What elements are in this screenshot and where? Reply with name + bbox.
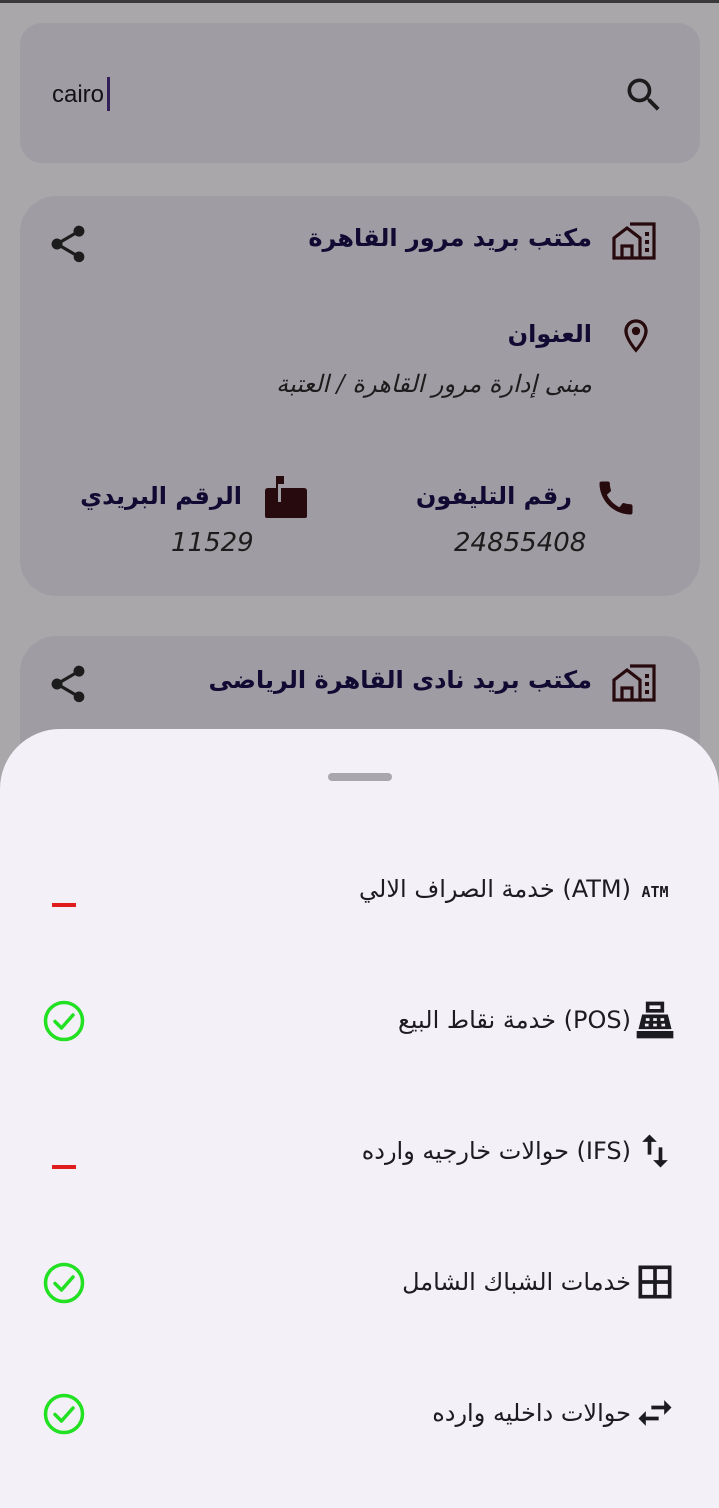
service-label: (IFS) حوالات خارجيه وارده [362,1121,631,1181]
grid-icon [633,1260,677,1304]
pos-register-icon [633,998,677,1042]
svg-text:ATM: ATM [641,883,668,901]
available-check-icon [42,1392,86,1436]
service-row-ifs: (IFS) حوالات خارجيه وارده [0,1121,719,1211]
service-label: حوالات داخليه وارده [432,1383,631,1443]
unavailable-dash-icon [52,1165,76,1169]
drag-handle[interactable] [328,773,392,781]
service-row-one-stop: خدمات الشباك الشامل [0,1252,719,1342]
available-check-icon [42,1261,86,1305]
atm-icon: ATM [633,867,677,911]
service-row-domestic-transfers: حوالات داخليه وارده [0,1383,719,1473]
service-row-atm: ATM (ATM) خدمة الصراف الالي [0,859,719,949]
service-label: (ATM) خدمة الصراف الالي [359,859,631,919]
swap-vertical-icon [633,1129,677,1173]
swap-horizontal-icon [633,1391,677,1435]
service-label: (POS) خدمة نقاط البيع [398,990,631,1050]
services-bottom-sheet: ATM (ATM) خدمة الصراف الالي (POS) خدمة ن… [0,729,719,1508]
available-check-icon [42,999,86,1043]
service-row-pos: (POS) خدمة نقاط البيع [0,990,719,1080]
service-label: خدمات الشباك الشامل [402,1252,631,1312]
unavailable-dash-icon [52,903,76,907]
